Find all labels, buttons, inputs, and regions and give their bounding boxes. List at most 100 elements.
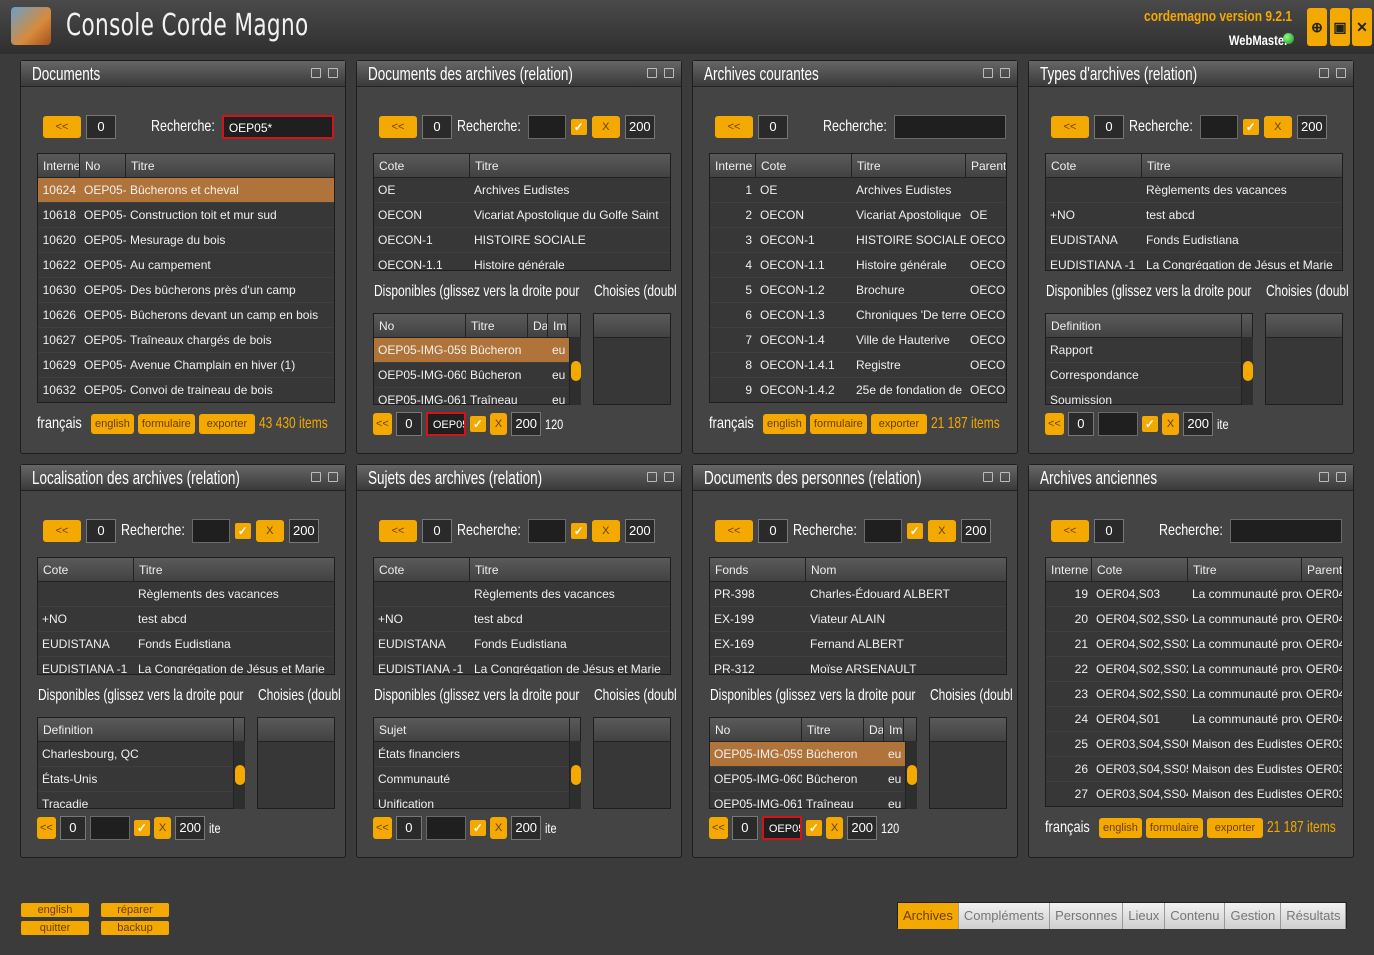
column-header[interactable]: No [710, 718, 802, 742]
table-row[interactable]: EX-199 Viateur ALAIN [710, 607, 1006, 632]
filter-input[interactable]: OEP05* [425, 412, 466, 436]
prev-page-button[interactable]: << [379, 520, 417, 542]
table-row[interactable]: 24 OER04,S01 La communauté prov OER04 [1046, 707, 1342, 732]
prev-page-button[interactable]: << [43, 520, 81, 542]
maximize-icon[interactable] [1000, 68, 1010, 78]
page-field[interactable]: 0 [86, 115, 116, 139]
limit-field[interactable]: 200 [960, 519, 991, 543]
table-row[interactable]: EUDISTIANA -1 La Congrégation de Jésus et… [1046, 253, 1342, 270]
search-input[interactable] [191, 519, 230, 543]
column-header[interactable]: Interne [710, 154, 756, 178]
list-item[interactable]: OEP05-IMG-059 Bûcheron eu [374, 338, 580, 363]
column-header[interactable]: Titre [470, 558, 670, 582]
table-row[interactable]: OECON-1.1 Histoire générale [374, 253, 670, 270]
tab-complements[interactable]: Compléments [958, 903, 1051, 929]
prev-page-button[interactable]: << [1051, 116, 1089, 138]
table-row[interactable]: 5 OECON-1.2 Brochure OECO [710, 278, 1006, 303]
search-input[interactable] [863, 519, 902, 543]
page-field[interactable]: 0 [86, 519, 116, 543]
minimize-icon[interactable] [647, 472, 657, 482]
scrollbar[interactable] [569, 741, 581, 809]
scroll-thumb[interactable] [235, 765, 245, 785]
tab-personnes[interactable]: Personnes [1050, 903, 1124, 929]
tab-lieux[interactable]: Lieux [1123, 903, 1166, 929]
table-row[interactable]: 10622 OEP05-II Au campement [38, 253, 334, 278]
table-row[interactable]: 19 OER04,S03 La communauté prov OER04 [1046, 582, 1342, 607]
checkbox-icon[interactable]: ✓ [1141, 416, 1158, 432]
column-header[interactable]: Titre [802, 718, 864, 742]
table-row[interactable]: EUDISTIANA -1 La Congrégation de Jésus et… [374, 657, 670, 674]
add-icon[interactable]: ⊕ [1307, 8, 1327, 46]
checkbox-icon[interactable]: ✓ [234, 523, 251, 539]
table-row[interactable]: 7 OECON-1.4 Ville de Hauterive OECO [710, 328, 1006, 353]
limit-field[interactable]: 200 [175, 816, 206, 840]
page-field[interactable]: 0 [1094, 519, 1124, 543]
table-row[interactable]: 1 OE Archives Eudistes [710, 178, 1006, 203]
page-field[interactable]: 0 [422, 519, 452, 543]
clear-button[interactable]: X [1161, 413, 1180, 435]
table-row[interactable]: 21 OER04,S02,SS03 La communauté prov OER04 [1046, 632, 1342, 657]
column-header[interactable]: Titre [1188, 558, 1302, 582]
page-field[interactable]: 0 [59, 816, 86, 840]
list-item[interactable]: OEP05-IMG-061 Traîneau eu [374, 388, 580, 404]
prev-page-button[interactable]: << [43, 116, 81, 138]
table-row[interactable]: 10620 OEP05-II Mesurage du bois [38, 228, 334, 253]
checkbox-icon[interactable]: ✓ [570, 119, 587, 135]
table-row[interactable]: 3 OECON-1 HISTOIRE SOCIALE OECO [710, 228, 1006, 253]
table-row[interactable]: 20 OER04,S02,SS04 La communauté prov OER04 [1046, 607, 1342, 632]
clear-button[interactable]: X [153, 817, 172, 839]
table-row[interactable]: EUDISTANA Fonds Eudistiana [38, 632, 334, 657]
list-item[interactable]: Tracadie [38, 792, 244, 808]
limit-field[interactable]: 200 [624, 519, 655, 543]
table-row[interactable]: +NO test abcd [374, 607, 670, 632]
table-row[interactable]: 10632 OEP05-II Convoi de traineau de bois [38, 378, 334, 402]
scroll-thumb[interactable] [907, 765, 917, 785]
table-row[interactable]: PR-398 Charles-Édouard ALBERT [710, 582, 1006, 607]
column-header[interactable]: Da [864, 718, 884, 742]
table-row[interactable]: 23 OER04,S02,SS01 La communauté prov OER04 [1046, 682, 1342, 707]
maximize-icon[interactable] [328, 472, 338, 482]
column-header[interactable]: Interne [38, 154, 80, 178]
maximize-icon[interactable] [328, 68, 338, 78]
clear-button[interactable]: X [591, 116, 620, 138]
tab-archives[interactable]: Archives [898, 903, 959, 929]
column-header[interactable]: Da [528, 314, 548, 338]
checkbox-icon[interactable]: ✓ [570, 523, 587, 539]
column-header[interactable]: Titre [1142, 154, 1342, 178]
column-header[interactable]: No [80, 154, 126, 178]
minimize-icon[interactable] [1319, 68, 1329, 78]
column-header[interactable]: Titre [470, 154, 670, 178]
filter-input[interactable] [425, 816, 466, 840]
prev-page-button[interactable]: << [373, 413, 392, 435]
clear-button[interactable]: X [489, 817, 508, 839]
tab-gestion[interactable]: Gestion [1225, 903, 1282, 929]
table-row[interactable]: EUDISTANA Fonds Eudistiana [1046, 228, 1342, 253]
table-row[interactable]: Règlements des vacances [374, 582, 670, 607]
clear-button[interactable]: X [489, 413, 508, 435]
limit-field[interactable]: 200 [1296, 115, 1327, 139]
search-input[interactable]: OEP05* [221, 115, 334, 139]
list-item[interactable]: OEP05-IMG-059 Bûcheron eu [710, 742, 916, 767]
english-button[interactable]: english [763, 414, 806, 434]
column-header[interactable]: Nom [806, 558, 1006, 582]
list-item[interactable]: Rapport [1046, 338, 1252, 363]
minimize-icon[interactable] [983, 68, 993, 78]
table-row[interactable]: OE Archives Eudistes [374, 178, 670, 203]
minimize-icon[interactable] [983, 472, 993, 482]
page-field[interactable]: 0 [422, 115, 452, 139]
scroll-thumb[interactable] [1243, 361, 1253, 381]
search-input[interactable] [1199, 115, 1238, 139]
column-header[interactable]: Cote [374, 154, 470, 178]
table-row[interactable]: 2 OECON Vicariat Apostolique OE [710, 203, 1006, 228]
scroll-thumb[interactable] [571, 765, 581, 785]
scroll-thumb[interactable] [571, 361, 581, 381]
export-button[interactable]: exporter [1206, 818, 1264, 838]
list-item[interactable]: Communauté [374, 767, 580, 792]
table-row[interactable]: 25 OER03,S04,SS06 Maison des Eudistes OER03 [1046, 732, 1342, 757]
maximize-icon[interactable] [664, 472, 674, 482]
checkbox-icon[interactable]: ✓ [133, 820, 150, 836]
table-row[interactable]: 10626 OEP05-II Bûcherons devant un camp en… [38, 303, 334, 328]
minimize-icon[interactable] [311, 472, 321, 482]
table-row[interactable]: Règlements des vacances [38, 582, 334, 607]
column-header[interactable]: Titre [134, 558, 334, 582]
